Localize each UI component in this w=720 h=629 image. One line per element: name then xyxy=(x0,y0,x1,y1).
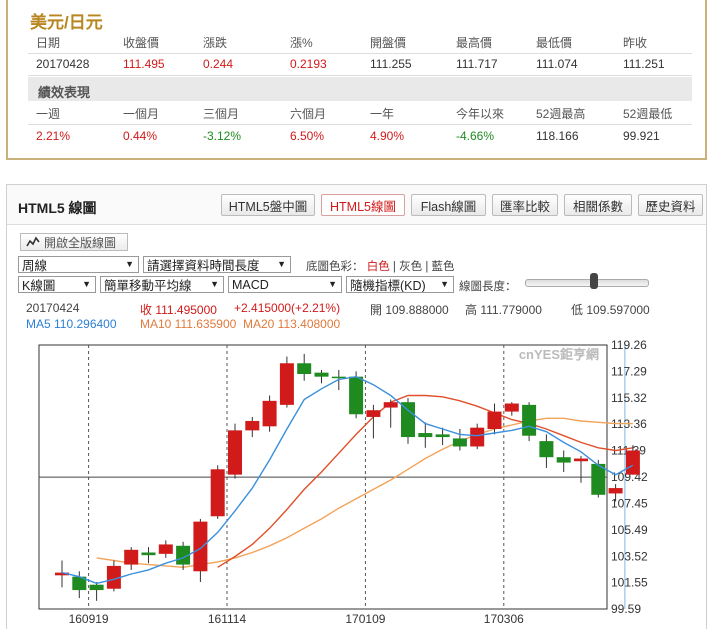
candle-body xyxy=(279,363,294,405)
candle-body xyxy=(158,544,173,554)
candle-body xyxy=(245,420,260,431)
candle-body xyxy=(89,584,104,591)
y-tick-label: 101.55 xyxy=(611,576,648,590)
candle-body xyxy=(401,402,415,438)
candle-body xyxy=(574,458,588,462)
candle-body xyxy=(193,521,208,572)
y-tick-label: 117.29 xyxy=(611,364,647,378)
candle-body xyxy=(504,403,519,412)
x-tick-label: 160919 xyxy=(69,612,109,626)
candle-body xyxy=(210,469,225,517)
candle-body xyxy=(625,450,640,475)
y-tick-label: 103.52 xyxy=(611,549,648,563)
y-tick-label: 107.45 xyxy=(611,497,648,511)
candle-body xyxy=(124,549,139,565)
candle-body xyxy=(262,400,277,427)
y-tick-label: 119.26 xyxy=(611,338,647,352)
x-tick-label: 161114 xyxy=(208,612,247,626)
candle-body xyxy=(608,488,623,494)
candle-body xyxy=(349,376,364,415)
candle-body xyxy=(418,433,433,438)
candle-body xyxy=(314,372,329,377)
candle-body xyxy=(556,457,571,463)
candle-body xyxy=(366,410,381,417)
x-tick-label: 170306 xyxy=(484,612,524,626)
y-tick-label: 105.49 xyxy=(611,523,648,537)
candle-body xyxy=(452,438,467,447)
candle-body xyxy=(141,552,156,556)
candle-body xyxy=(435,434,450,438)
candle-body xyxy=(228,430,242,475)
watermark-logo: cnYES鉅亨網 xyxy=(519,347,599,362)
candle-body xyxy=(539,441,554,458)
y-tick-label: 115.32 xyxy=(611,391,647,405)
candle-body xyxy=(487,411,502,430)
candlestick-chart: 160919 161114 170109 170306 119.26 117.29 115.… xyxy=(38,338,648,626)
candle-body xyxy=(470,427,485,447)
candle-body xyxy=(297,363,312,374)
candle-body xyxy=(383,402,398,408)
x-tick-label: 170109 xyxy=(345,612,385,626)
candle-body xyxy=(522,404,537,436)
y-tick-label: 99.59 xyxy=(611,602,641,616)
